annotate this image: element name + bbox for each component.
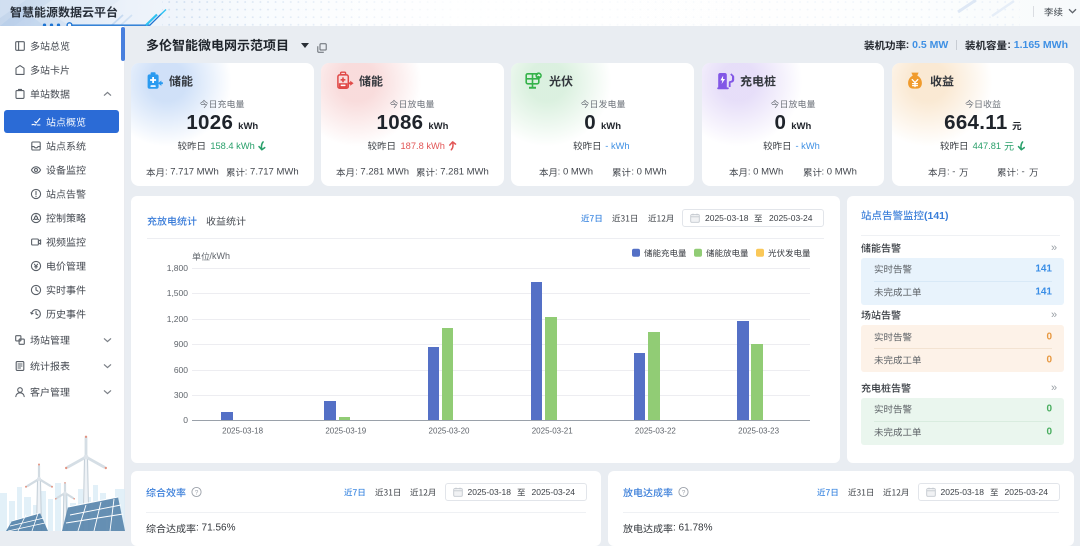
svg-text:?: ? xyxy=(195,489,199,496)
svg-text:?: ? xyxy=(682,489,686,496)
